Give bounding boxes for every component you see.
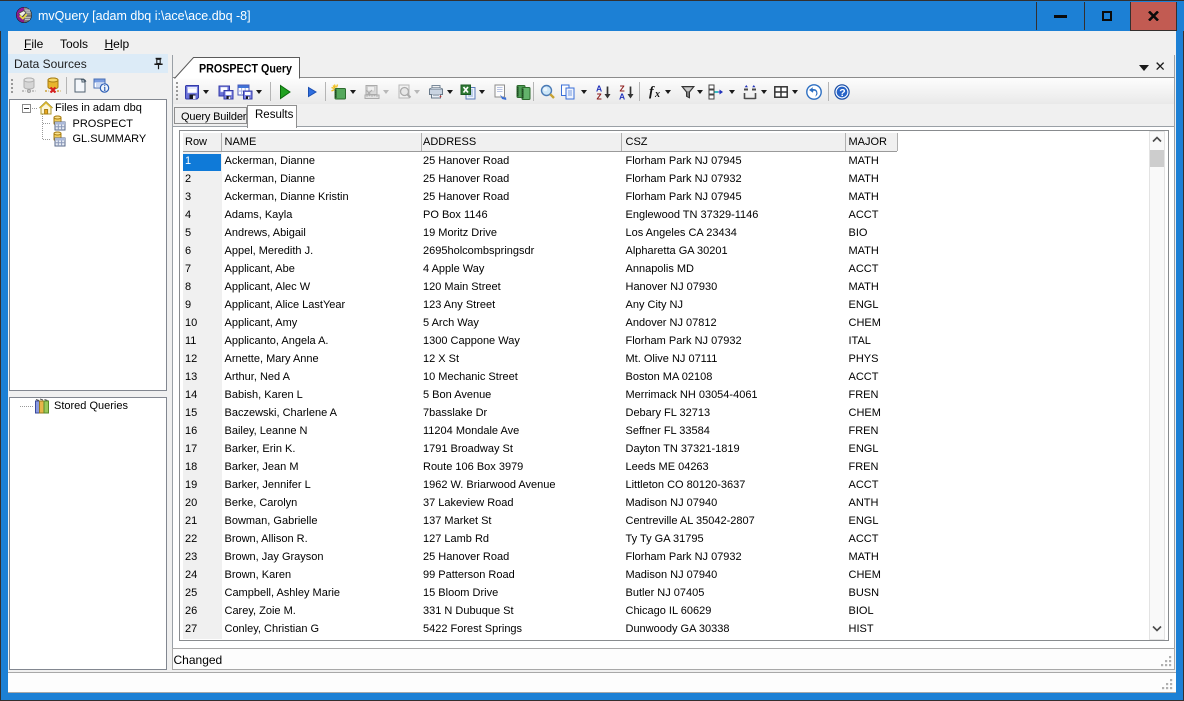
svg-text:PROSPECT Query: PROSPECT Query: [199, 62, 292, 76]
svg-text:A: A: [619, 92, 625, 101]
svg-text:?: ?: [839, 87, 845, 99]
svg-text:Z: Z: [597, 92, 602, 101]
svg-text:x: x: [654, 89, 660, 100]
